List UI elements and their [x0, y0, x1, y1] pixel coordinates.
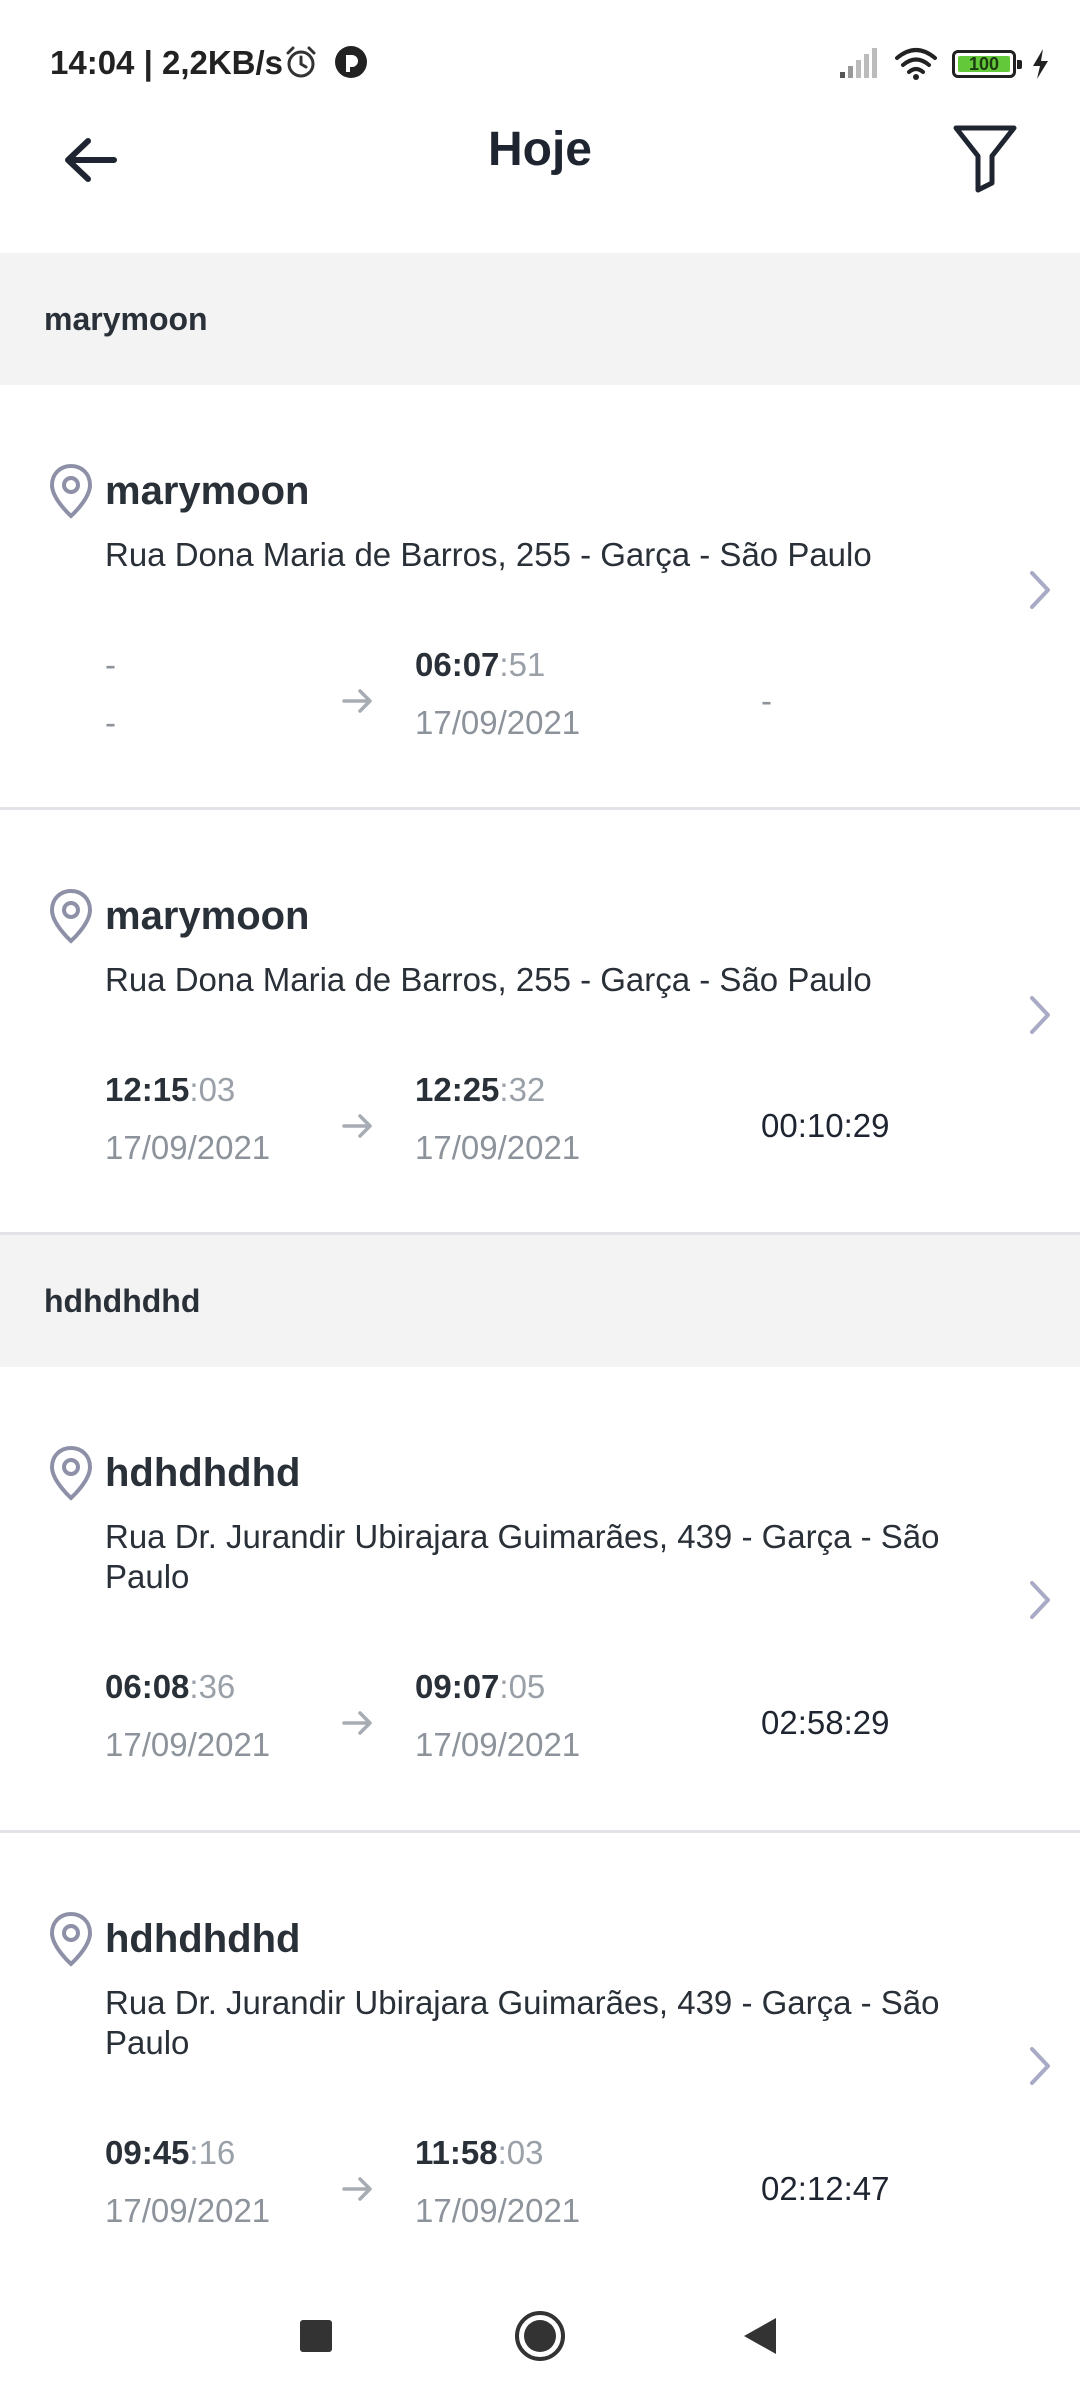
location-pin-icon [49, 463, 93, 519]
visit-place-name: marymoon [105, 469, 310, 513]
end-date: 17/09/2021 [415, 2192, 581, 2229]
start-time-seconds: :16 [189, 2134, 236, 2171]
arrow-right-icon [342, 1711, 372, 1735]
visit-address: Rua Dona Maria de Barros, 255 - Garça - … [105, 961, 872, 998]
chevron-right-icon [1030, 996, 1050, 1034]
visit-place-name: hdhdhdhd [105, 1451, 301, 1495]
visit-address: Rua Dona Maria de Barros, 255 - Garça - … [105, 536, 872, 573]
visit-card[interactable]: marymoon Rua Dona Maria de Barros, 255 -… [0, 385, 1080, 810]
visit-end: 12:25:32 17/09/2021 [415, 1070, 580, 1168]
duration-hm: 02:58 [761, 1704, 844, 1741]
end-time-seconds: :05 [499, 1668, 546, 1705]
start-date: 17/09/2021 [105, 1726, 271, 1763]
duration-hm: 02:12 [761, 2170, 844, 2207]
arrow-right-icon [342, 1114, 372, 1138]
visit-start: - - [105, 645, 116, 743]
visit-list: marymoon marymoon Rua Dona Maria de Barr… [0, 253, 1080, 2299]
status-time-speed: 14:04 | 2,2KB/s [50, 44, 284, 81]
visit-start: 09:45:16 17/09/2021 [105, 2133, 270, 2231]
chevron-right-icon [1030, 2047, 1050, 2085]
start-time-hm: 06:08 [105, 1668, 190, 1705]
start-date: - [105, 704, 116, 741]
filter-button[interactable] [940, 108, 1030, 208]
app-notification-icon [335, 46, 367, 78]
start-date: 17/09/2021 [105, 2192, 271, 2229]
location-pin-icon [49, 1911, 93, 1967]
start-time-seconds: :03 [189, 1071, 236, 1108]
visit-end: 06:07:51 17/09/2021 [415, 645, 580, 743]
visit-duration: 02:58:29 [761, 1703, 889, 1743]
recents-button[interactable] [256, 2272, 376, 2400]
filter-icon [953, 125, 1017, 193]
alarm-icon [286, 46, 316, 78]
group-header: marymoon [0, 253, 1080, 385]
group-header: hdhdhdhd [0, 1235, 1080, 1367]
location-pin-icon [49, 888, 93, 944]
end-date: 17/09/2021 [415, 1726, 581, 1763]
visit-start: 12:15:03 17/09/2021 [105, 1070, 270, 1168]
end-time-seconds: :51 [499, 646, 546, 683]
page-title: Hoje [487, 123, 592, 176]
visit-end: 09:07:05 17/09/2021 [415, 1667, 580, 1765]
start-time-hm: 09:45 [105, 2134, 190, 2171]
end-time-seconds: :03 [497, 2134, 544, 2171]
recents-square-icon [300, 2320, 332, 2352]
visit-times: 06:08:36 17/09/2021 09:07:05 17/09/2021 … [105, 1667, 1005, 1777]
chevron-right-icon [1030, 1581, 1050, 1619]
visit-place-name: marymoon [105, 894, 310, 938]
visit-duration: - [761, 681, 772, 721]
home-button[interactable] [480, 2272, 600, 2400]
chevron-right-icon [1030, 571, 1050, 609]
end-time-hm: 12:25 [415, 1071, 500, 1108]
status-right-icons: 100 [838, 46, 1050, 82]
visit-address: Rua Dr. Jurandir Ubirajara Guimarães, 43… [105, 1518, 940, 1595]
location-pin-icon [49, 1445, 93, 1501]
start-time: - [105, 646, 116, 683]
back-triangle-icon [744, 2318, 776, 2354]
visit-place-name: hdhdhdhd [105, 1917, 301, 1961]
end-time-hm: 09:07 [415, 1668, 500, 1705]
system-back-button[interactable] [700, 2272, 820, 2400]
end-time-seconds: :32 [499, 1071, 546, 1108]
battery-level: 100 [968, 53, 1000, 74]
end-date: 17/09/2021 [415, 1129, 581, 1166]
visit-times: 09:45:16 17/09/2021 11:58:03 17/09/2021 … [105, 2133, 1005, 2243]
app-header: Hoje [0, 100, 1080, 255]
visit-duration: 00:10:29 [761, 1106, 889, 1146]
arrow-right-icon [342, 689, 372, 713]
duration-seconds: :47 [843, 2170, 890, 2207]
visit-card[interactable]: hdhdhdhd Rua Dr. Jurandir Ubirajara Guim… [0, 1833, 1080, 2299]
visit-duration: 02:12:47 [761, 2169, 889, 2209]
end-time-hm: 11:58 [415, 2134, 498, 2171]
visit-card[interactable]: hdhdhdhd Rua Dr. Jurandir Ubirajara Guim… [0, 1367, 1080, 1833]
visit-card[interactable]: marymoon Rua Dona Maria de Barros, 255 -… [0, 810, 1080, 1235]
end-date: 17/09/2021 [415, 704, 581, 741]
battery-icon: 100 [952, 50, 1022, 78]
duration-seconds: :29 [843, 1704, 890, 1741]
end-time-hm: 06:07 [415, 646, 500, 683]
wifi-icon [895, 48, 937, 80]
home-circle-icon [515, 2311, 565, 2361]
duration-seconds: :29 [843, 1107, 890, 1144]
duration-hm: - [761, 682, 772, 719]
visit-start: 06:08:36 17/09/2021 [105, 1667, 270, 1765]
visit-times: - - 06:07:51 17/09/2021 - [105, 645, 1005, 755]
visit-end: 11:58:03 17/09/2021 [415, 2133, 580, 2231]
visit-times: 12:15:03 17/09/2021 12:25:32 17/09/2021 … [105, 1070, 1005, 1180]
duration-hm: 00:10 [761, 1107, 844, 1144]
visit-address: Rua Dr. Jurandir Ubirajara Guimarães, 43… [105, 1984, 940, 2061]
arrow-right-icon [342, 2177, 372, 2201]
start-date: 17/09/2021 [105, 1129, 271, 1166]
charging-icon [1033, 49, 1048, 79]
start-time-hm: 12:15 [105, 1071, 190, 1108]
start-time-seconds: :36 [189, 1668, 236, 1705]
signal-icon [840, 48, 877, 78]
system-nav-bar [0, 2272, 1080, 2400]
